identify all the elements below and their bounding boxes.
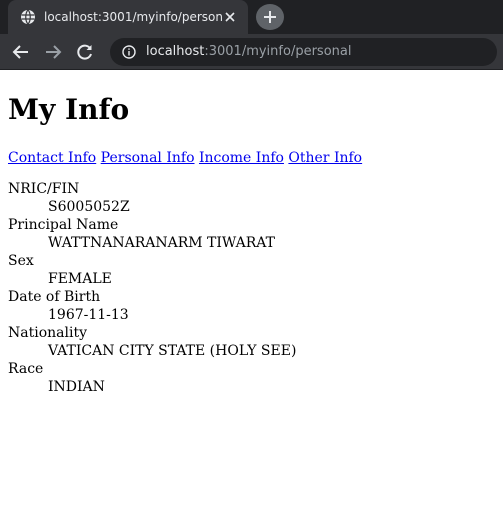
url-path: :3001/myinfo/personal xyxy=(204,44,352,59)
personal-info-list: NRIC/FIN S6005052Z Principal Name WATTNA… xyxy=(8,180,495,396)
field-value-race: INDIAN xyxy=(48,379,105,395)
browser-tabstrip: localhost:3001/myinfo/personal xyxy=(0,0,503,34)
nav-link-income-info[interactable]: Income Info xyxy=(199,150,284,166)
plus-icon xyxy=(263,10,277,24)
field-label-nationality: Nationality xyxy=(8,325,87,341)
nav-link-contact-info[interactable]: Contact Info xyxy=(8,150,96,166)
reload-button[interactable] xyxy=(70,37,100,67)
browser-tab[interactable]: localhost:3001/myinfo/personal xyxy=(8,0,248,34)
page-title: My Info xyxy=(8,93,130,126)
reload-icon xyxy=(76,43,94,61)
info-icon[interactable] xyxy=(122,44,136,59)
field-value-nationality: VATICAN CITY STATE (HOLY SEE) xyxy=(48,343,297,359)
close-icon[interactable] xyxy=(222,9,238,25)
nav-link-other-info[interactable]: Other Info xyxy=(288,150,362,166)
forward-button[interactable] xyxy=(38,37,68,67)
nav-link-personal-info[interactable]: Personal Info xyxy=(101,150,195,166)
field-label-principal-name: Principal Name xyxy=(8,217,119,233)
field-label-sex: Sex xyxy=(8,253,34,269)
globe-icon xyxy=(20,9,36,25)
tab-title: localhost:3001/myinfo/personal xyxy=(44,10,222,24)
forward-arrow-icon xyxy=(44,43,62,61)
new-tab-button[interactable] xyxy=(256,4,284,30)
back-arrow-icon xyxy=(12,43,30,61)
info-nav: Contact Info Personal Info Income Info O… xyxy=(8,149,495,167)
url-host: localhost xyxy=(146,44,205,59)
field-value-date-of-birth: 1967-11-13 xyxy=(48,307,129,323)
field-value-sex: FEMALE xyxy=(48,271,112,287)
browser-toolbar: localhost:3001/myinfo/personal xyxy=(0,34,503,70)
address-bar[interactable]: localhost:3001/myinfo/personal xyxy=(110,37,497,66)
back-button[interactable] xyxy=(6,37,36,67)
field-label-date-of-birth: Date of Birth xyxy=(8,289,101,305)
page-content: My Info Contact Info Personal Info Incom… xyxy=(0,94,503,396)
field-label-race: Race xyxy=(8,361,44,377)
field-label-nric: NRIC/FIN xyxy=(8,181,80,197)
field-value-nric: S6005052Z xyxy=(48,199,130,215)
field-value-principal-name: WATTNANARANARM TIWARAT xyxy=(48,235,275,251)
